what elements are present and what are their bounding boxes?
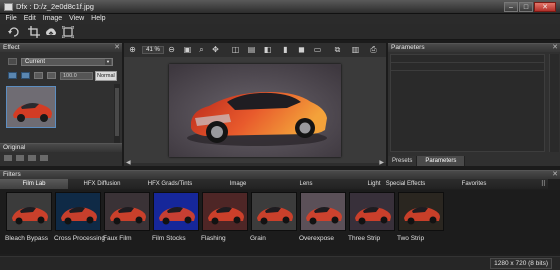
minimize-button[interactable]: – [504, 2, 518, 12]
image-view: ⊕ 41 % ⊖ ▣ ⌕ ✥ ◫ ▤ ◧ ▮ ◼ ▭ ⧉ ▥ ⎙ ◀ ▶ [124, 43, 386, 166]
image-dimensions: 1280 x 720 (8 bits) [490, 258, 552, 269]
monitor-icon[interactable]: ▭ [312, 45, 323, 55]
eraser-icon[interactable] [47, 72, 56, 79]
filter-label[interactable]: Cross Processing [54, 235, 105, 242]
filter-label[interactable]: Flashing [201, 235, 226, 242]
menu-bar: File Edit Image View Help [0, 14, 560, 24]
filter-thumbnail[interactable] [349, 192, 395, 231]
filter-thumbnail[interactable] [398, 192, 444, 231]
split-horizontal-icon[interactable]: ▤ [246, 45, 257, 55]
rotate-icon[interactable] [8, 26, 20, 38]
menu-help[interactable]: Help [89, 14, 108, 24]
orig-tool-1-icon[interactable] [4, 155, 12, 161]
fit-icon[interactable]: ▣ [182, 45, 193, 55]
maximize-button[interactable]: □ [519, 2, 533, 12]
filter-category-tabs: Film Lab HFX Diffusion HFX Grads/Tints I… [0, 179, 548, 189]
compare-icon[interactable]: ◧ [262, 45, 273, 55]
zoom-in-icon[interactable]: ⊕ [127, 45, 138, 55]
layer-mask-icon[interactable] [21, 72, 30, 79]
filter-thumbnail[interactable] [55, 192, 101, 231]
title-bar: Dfx : D:/z_2e0d8c1f.jpg – □ ✕ [0, 0, 560, 14]
filter-label[interactable]: Overexpose [299, 235, 334, 242]
original-panel [0, 152, 122, 166]
orig-tool-4-icon[interactable] [40, 155, 48, 161]
parameters-panel-title: Parameters ✕ [388, 43, 560, 52]
tab-presets[interactable]: Presets [388, 156, 418, 166]
tab-parameters[interactable]: Parameters [417, 156, 466, 166]
fullscreen-icon[interactable] [62, 26, 74, 38]
filter-thumbnail[interactable] [300, 192, 346, 231]
layer-menu-icon[interactable] [8, 58, 17, 65]
filter-label[interactable]: Two Strip [397, 235, 424, 242]
canvas-area[interactable] [124, 57, 386, 163]
original-panel-title: Original [0, 143, 122, 152]
tab-hfx-grads-tints[interactable]: HFX Grads/Tints [136, 179, 204, 189]
filter-label[interactable]: Bleach Bypass [5, 235, 48, 242]
print-icon[interactable]: ⎙ [368, 45, 379, 55]
main-image [169, 64, 341, 157]
app-icon [4, 3, 13, 11]
main-toolbar [0, 24, 560, 40]
tab-lens[interactable]: Lens [272, 179, 340, 189]
brush-icon[interactable] [34, 72, 43, 79]
upload-icon[interactable] [45, 26, 57, 38]
tab-image[interactable]: Image [204, 179, 272, 189]
parameters-panel: Presets Parameters [388, 52, 560, 166]
layer-visible-icon[interactable] [8, 72, 17, 79]
filter-thumbnail[interactable] [153, 192, 199, 231]
scroll-left-icon[interactable]: ◀ [126, 159, 131, 166]
split-vertical-icon[interactable]: ◫ [230, 45, 241, 55]
effect-panel-close-icon[interactable]: ✕ [114, 44, 120, 52]
filters-panel-close-icon[interactable]: ✕ [552, 171, 558, 179]
before-after-icon[interactable]: ⧉ [332, 45, 343, 55]
pan-icon[interactable]: ✥ [210, 45, 221, 55]
scroll-right-icon[interactable]: ▶ [379, 159, 384, 166]
layer-select[interactable]: Current ▼ [21, 58, 113, 66]
layer-thumbnail[interactable] [6, 86, 56, 128]
zoom-level[interactable]: 41 % [142, 46, 164, 54]
filter-thumbnail[interactable] [202, 192, 248, 231]
window-title: Dfx : D:/z_2e0d8c1f.jpg [16, 2, 94, 11]
opacity-field[interactable]: 100.0 [60, 72, 93, 80]
effect-panel-title: Effect ✕ [0, 43, 122, 52]
grid-view-icon[interactable]: ⠿ [541, 180, 546, 190]
filter-label[interactable]: Three Strip [348, 235, 380, 242]
tab-hfx-diffusion[interactable]: HFX Diffusion [68, 179, 136, 189]
filter-thumbnail[interactable] [104, 192, 150, 231]
tab-film-lab[interactable]: Film Lab [0, 179, 68, 189]
filter-thumbnails: Bleach Bypass Cross Processing Faux Film Fi… [0, 190, 560, 254]
menu-image[interactable]: Image [40, 14, 64, 24]
single-view-icon[interactable]: ▮ [280, 45, 291, 55]
chevron-down-icon: ▼ [105, 59, 111, 65]
orig-tool-3-icon[interactable] [28, 155, 36, 161]
parameters-scrollbar[interactable] [549, 54, 559, 152]
magnify-icon[interactable]: ⌕ [196, 45, 207, 55]
parameters-panel-close-icon[interactable]: ✕ [552, 44, 558, 52]
close-button[interactable]: ✕ [534, 2, 556, 12]
filter-thumbnail[interactable] [251, 192, 297, 231]
mask-icon[interactable]: ◼ [296, 45, 307, 55]
parameters-grid [390, 54, 545, 152]
menu-view[interactable]: View [67, 14, 87, 24]
blend-mode-select[interactable]: Normal [95, 71, 117, 81]
menu-file[interactable]: File [3, 14, 19, 24]
crop-icon[interactable] [28, 26, 40, 38]
tab-favorites[interactable]: Favorites [440, 179, 508, 189]
filters-panel: Filters ✕ Film Lab HFX Diffusion HFX Gra… [0, 170, 560, 270]
status-bar: 1280 x 720 (8 bits) [0, 256, 560, 270]
filter-label[interactable]: Grain [250, 235, 266, 242]
histogram-icon[interactable]: ▥ [350, 45, 361, 55]
filter-label[interactable]: Film Stocks [152, 235, 186, 242]
tab-special-effects[interactable]: Special Effects [368, 179, 443, 189]
orig-tool-2-icon[interactable] [16, 155, 24, 161]
filter-label[interactable]: Faux Film [103, 235, 132, 242]
zoom-out-icon[interactable]: ⊖ [166, 45, 177, 55]
filter-thumbnail[interactable] [6, 192, 52, 231]
filters-panel-title: Filters ✕ [0, 170, 560, 179]
menu-edit[interactable]: Edit [21, 14, 38, 24]
